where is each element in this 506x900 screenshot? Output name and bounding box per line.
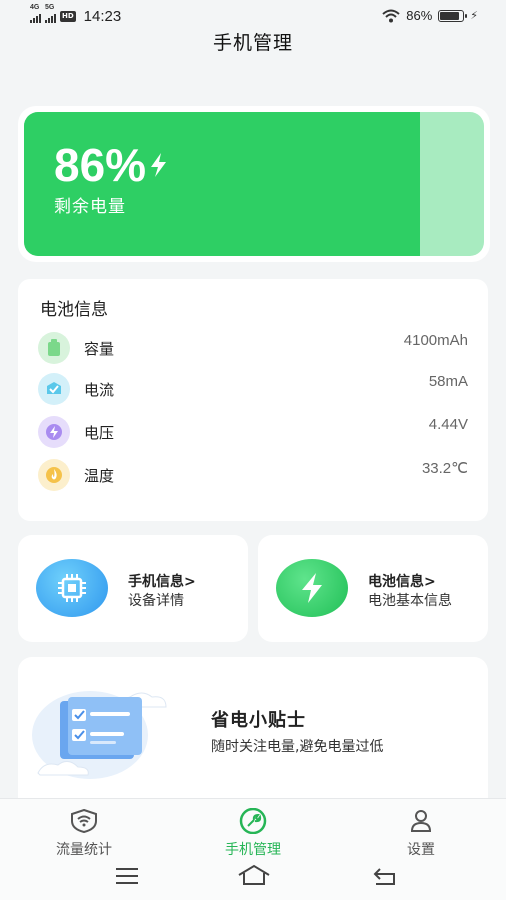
current-value: 58mA bbox=[428, 373, 468, 390]
capacity-value: 4100mAh bbox=[403, 332, 468, 349]
sim2-signal-icon: 5G bbox=[45, 4, 56, 23]
nav-phone-management[interactable]: 手机管理 bbox=[193, 808, 313, 859]
battery-level-card: 86% 剩余电量 bbox=[18, 106, 490, 262]
sim1-label: 4G bbox=[30, 4, 40, 11]
bolt-icon bbox=[276, 559, 348, 617]
tips-subtitle: 随时关注电量,避免电量过低 bbox=[211, 739, 384, 755]
page-title: 手机管理 bbox=[212, 32, 293, 54]
battery-percent-text: 86% bbox=[54, 139, 147, 191]
status-bar: 4G 5G HD 14:23 86% ⚡ bbox=[0, 0, 506, 30]
wrench-icon bbox=[239, 808, 267, 834]
battery-info-link-title: 电池信息> bbox=[368, 574, 436, 590]
voltage-value: 4.44V bbox=[428, 416, 468, 433]
chip-icon bbox=[36, 559, 108, 617]
phone-info-card[interactable]: 手机信息> 设备详情 bbox=[18, 535, 248, 642]
battery-percent: 86% bbox=[54, 138, 168, 192]
current-icon bbox=[38, 373, 70, 405]
voltage-bolt-icon bbox=[38, 416, 70, 448]
temperature-value: 33.2℃ bbox=[421, 460, 468, 477]
nav-traffic-stats-label: 流量统计 bbox=[56, 842, 112, 858]
hd-icon: HD bbox=[60, 11, 76, 22]
battery-info-card: 电池信息 容量 4100mAh 电流 58mA 电压 4.44V 温度 33.2… bbox=[18, 279, 488, 521]
status-battery-percent: 86% bbox=[406, 8, 433, 23]
user-icon bbox=[407, 809, 435, 833]
sim2-label: 5G bbox=[45, 4, 55, 11]
temperature-flame-icon bbox=[38, 459, 70, 491]
info-row-current: 电流 58mA bbox=[38, 373, 468, 405]
info-row-capacity: 容量 4100mAh bbox=[38, 332, 468, 364]
wifi-icon bbox=[382, 9, 400, 22]
battery-remaining-label: 剩余电量 bbox=[54, 197, 126, 217]
voltage-label: 电压 bbox=[84, 424, 115, 442]
nav-settings[interactable]: 设置 bbox=[361, 809, 481, 859]
battery-capacity-icon bbox=[38, 332, 70, 364]
tips-title: 省电小贴士 bbox=[211, 710, 306, 731]
current-label: 电流 bbox=[84, 381, 115, 399]
nav-settings-label: 设置 bbox=[407, 842, 435, 858]
phone-info-subtitle: 设备详情 bbox=[128, 593, 184, 609]
back-icon[interactable] bbox=[372, 866, 398, 886]
battery-info-link-card[interactable]: 电池信息> 电池基本信息 bbox=[258, 535, 488, 642]
checklist-illustration-icon bbox=[32, 691, 167, 779]
home-icon[interactable] bbox=[237, 864, 271, 886]
temperature-label: 温度 bbox=[84, 467, 115, 485]
battery-info-link-subtitle: 电池基本信息 bbox=[368, 593, 452, 609]
battery-icon bbox=[438, 9, 468, 22]
phone-info-title: 手机信息> bbox=[128, 574, 196, 590]
charging-icon: ⚡ bbox=[470, 9, 478, 22]
status-time: 14:23 bbox=[83, 8, 122, 25]
power-saving-tips-card[interactable]: 省电小贴士 随时关注电量,避免电量过低 bbox=[18, 657, 488, 817]
battery-info-title: 电池信息 bbox=[40, 300, 108, 320]
capacity-label: 容量 bbox=[84, 340, 115, 358]
wifi-shield-icon bbox=[70, 809, 98, 833]
info-row-temperature: 温度 33.2℃ bbox=[38, 459, 468, 491]
nav-phone-management-label: 手机管理 bbox=[225, 842, 281, 858]
info-row-voltage: 电压 4.44V bbox=[38, 416, 468, 448]
nav-traffic-stats[interactable]: 流量统计 bbox=[24, 809, 144, 859]
battery-level-bar: 86% 剩余电量 bbox=[24, 112, 484, 256]
menu-icon[interactable] bbox=[114, 866, 140, 886]
sim1-signal-icon: 4G bbox=[30, 4, 41, 23]
charging-bolt-icon bbox=[151, 153, 167, 177]
